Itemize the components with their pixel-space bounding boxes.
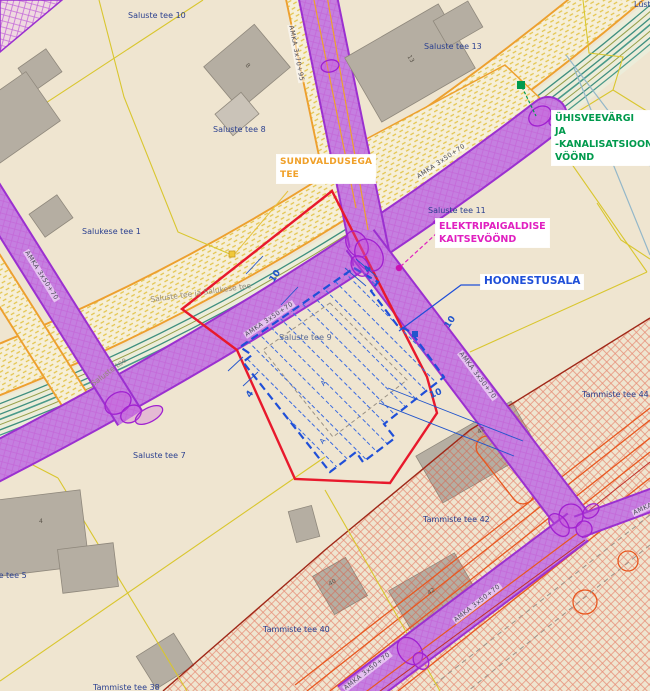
map-canvas[interactable]: Saluste tee 10 Saluste tee 8 Saluste tee…	[0, 0, 650, 691]
annotation-elekter-line1: ELEKTRIPAIGALDISE	[439, 220, 546, 233]
annotation-veevark-line4: VÖÖND	[555, 151, 650, 164]
parcel-label-saluste-tee-9: Saluste tee 9	[279, 334, 332, 343]
parcel-label-tammiste-tee-38: Tammiste tee 38	[93, 684, 160, 691]
parcel-label-saluste-tee-10: Saluste tee 10	[128, 12, 186, 21]
parcel-label-saluste-tee-13: Saluste tee 13	[424, 43, 482, 52]
annotation-veevark-line3: -KANALISATSIOONI	[555, 138, 650, 151]
parcel-label-salukese-tee-1: Salukese tee 1	[82, 228, 141, 237]
parcel-label-saluste-tee-5: Saluste tee 5	[0, 572, 27, 581]
parcel-label-tammiste-tee-44: Tammiste tee 44	[582, 391, 649, 400]
annotation-veevark-line1: ÜHISVEEVÄRGI	[555, 112, 650, 125]
annotation-hoonestusala: HOONESTUSALA	[481, 275, 583, 289]
annotation-elektripaigaldise: ELEKTRIPAIGALDISE KAITSEVÖÖND	[436, 219, 549, 247]
annotation-sundvaldusega-tee: SUNDVALDUSEGA TEE	[277, 155, 375, 183]
parcel-label-corner-partial: Lüst	[634, 1, 650, 10]
parcel-label-saluste-tee-8: Saluste tee 8	[213, 126, 266, 135]
annotation-sundvaldusega-line2: TEE	[280, 169, 372, 182]
house-number-4: 4	[39, 519, 43, 526]
annotation-veevark-voond: ÜHISVEEVÄRGI JA -KANALISATSIOONI VÖÖND	[552, 111, 650, 165]
parcel-label-saluste-tee-11: Saluste tee 11	[428, 207, 486, 216]
annotation-elekter-line2: KAITSEVÖÖND	[439, 233, 546, 246]
parcel-label-saluste-tee-7: Saluste tee 7	[133, 452, 186, 461]
annotation-sundvaldusega-line1: SUNDVALDUSEGA	[280, 156, 372, 169]
parcel-label-tammiste-tee-42: Tammiste tee 42	[423, 516, 490, 525]
annotation-veevark-line2: JA	[555, 125, 650, 138]
map-drawing	[0, 0, 650, 691]
parcel-label-tammiste-tee-40: Tammiste tee 40	[263, 626, 330, 635]
